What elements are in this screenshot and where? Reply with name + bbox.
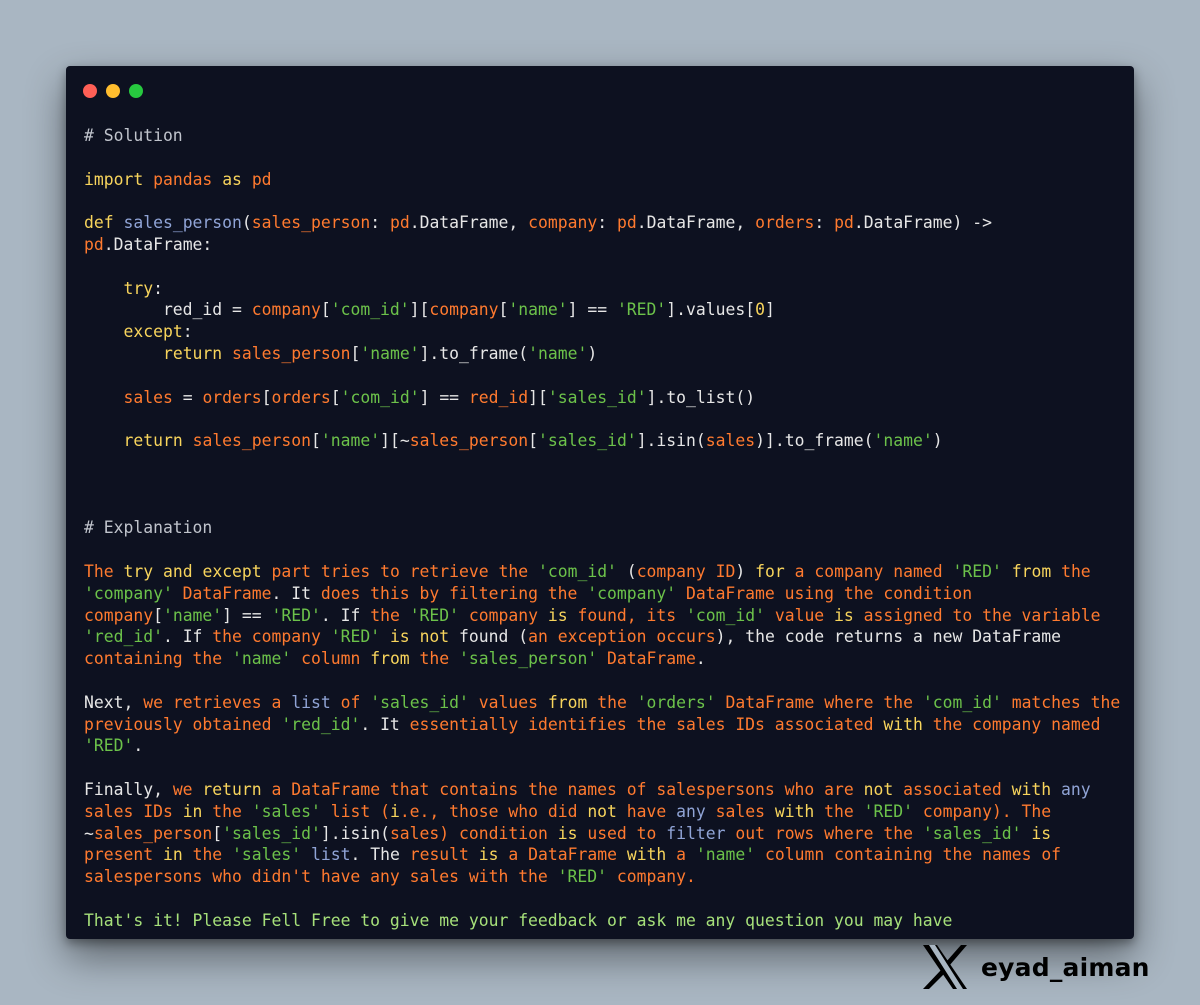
def-line: def sales_person(sales_person: pd.DataFr… <box>84 213 992 233</box>
code-window: # Solution import pandas as pd def sales_p… <box>66 66 1134 939</box>
brand-handle: eyad_aiman <box>981 952 1150 982</box>
explanation-para1-line2: 'company' DataFrame. It does this by fil… <box>84 583 973 603</box>
explanation-comment: # Explanation <box>84 518 213 538</box>
minimize-dot-icon[interactable] <box>106 84 120 98</box>
closing-line: That's it! Please Fell Free to give me y… <box>84 910 953 930</box>
x-logo-icon <box>923 945 967 989</box>
explanation-para1-line1: The try and except part tries to retriev… <box>84 561 1091 581</box>
close-dot-icon[interactable] <box>83 84 97 98</box>
explanation-para3-line5: salespersons who didn't have any sales w… <box>84 867 696 887</box>
return-fallback-line: return sales_person['name'].to_frame('na… <box>162 343 598 363</box>
solution-comment: # Solution <box>84 126 183 145</box>
explanation-para2-line3: 'RED'. <box>84 736 144 756</box>
brand: eyad_aiman <box>921 939 1150 995</box>
explanation-para3-line4: present in the 'sales' list. The result … <box>84 845 1062 865</box>
sales-line: sales = orders[orders['com_id'] == red_i… <box>123 387 756 407</box>
try-line: try: <box>123 278 163 298</box>
maximize-dot-icon[interactable] <box>129 84 143 98</box>
explanation-para3-line1: Finally, we return a DataFrame that cont… <box>84 779 1091 799</box>
except-line: except: <box>123 322 193 342</box>
return-result-line: return sales_person['name'][~sales_perso… <box>123 431 943 451</box>
def-line-continued: pd.DataFrame: <box>84 234 213 254</box>
explanation-para1-line4: 'red_id'. If the company 'RED' is not fo… <box>84 627 1062 647</box>
explanation-para3-line3: ~sales_person['sales_id'].isin(sales) co… <box>84 823 1052 843</box>
code-block: # Solution import pandas as pd def sales_p… <box>84 125 1134 931</box>
explanation-para3-line2: sales IDs in the 'sales' list (i.e., tho… <box>84 801 1052 821</box>
import-line: import pandas as pd <box>84 169 272 189</box>
explanation-para2-line2: previously obtained 'red_id'. It essenti… <box>84 714 1101 734</box>
explanation-para2-line1: Next, we retrieves a list of 'sales_id' … <box>84 692 1121 712</box>
red-id-line: red_id = company['com_id'][company['name… <box>84 300 775 320</box>
explanation-para1-line3: company['name'] == 'RED'. If the 'RED' c… <box>84 605 1101 625</box>
explanation-para1-line5: containing the 'name' column from the 's… <box>84 649 706 669</box>
